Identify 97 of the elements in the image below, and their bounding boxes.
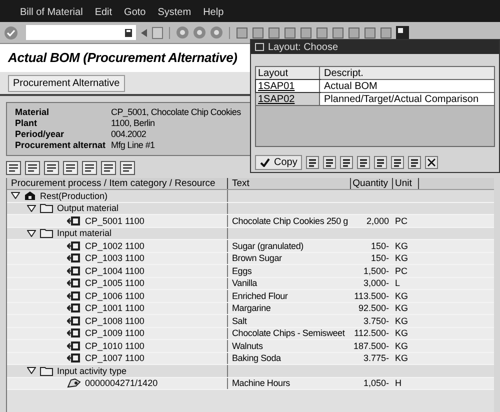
table-cell-text: KG bbox=[394, 314, 410, 327]
table-cell-text: 3,000- bbox=[362, 277, 390, 290]
tree-node-label[interactable]: Input activity type bbox=[57, 364, 127, 377]
procurement-alternative-button[interactable]: Procurement Alternative bbox=[8, 74, 125, 92]
expanded-caret-icon[interactable] bbox=[11, 192, 20, 200]
tree-node-label[interactable]: CP_1004 1100 bbox=[85, 264, 144, 277]
table-cell: Actual BOM bbox=[320, 80, 494, 92]
checkmark-icon[interactable] bbox=[4, 26, 18, 40]
table-cell-text: Chocolate Chips - Semisweet bbox=[231, 327, 346, 340]
column-header[interactable]: Text bbox=[228, 178, 351, 189]
table-cell-text: Chocolate Chip Cookies 250 g bbox=[231, 214, 349, 227]
table-cell-text: 150- bbox=[370, 252, 390, 264]
close-icon[interactable] bbox=[425, 156, 438, 169]
table-cell-text: 1,050- bbox=[362, 377, 390, 390]
expanded-caret-icon[interactable] bbox=[27, 230, 36, 237]
menu-item[interactable]: Help bbox=[203, 5, 224, 20]
tree-node-label[interactable]: CP_1002 1100 bbox=[85, 240, 144, 252]
tree-node-label[interactable]: CP_1005 1100 bbox=[85, 277, 144, 290]
tree-node-label[interactable]: Input material bbox=[57, 227, 112, 240]
toolbar-icon[interactable] bbox=[268, 26, 280, 38]
table-cell-text: PC bbox=[394, 214, 409, 227]
table-cell-text: PC bbox=[394, 264, 409, 277]
layout-link[interactable]: 1SAP01 bbox=[256, 80, 320, 92]
save-icon bbox=[125, 28, 132, 36]
toolbar-icon[interactable] bbox=[364, 26, 376, 38]
tree-node-label[interactable]: CP_1009 1100 bbox=[85, 327, 144, 340]
field-label: Material bbox=[15, 107, 50, 118]
toolbar-icon[interactable] bbox=[284, 26, 296, 38]
table-cell-text: 113.500- bbox=[353, 290, 390, 302]
command-field[interactable] bbox=[26, 25, 136, 40]
tree-node-label[interactable]: Output material bbox=[57, 202, 119, 214]
column-header[interactable]: Unit bbox=[393, 178, 419, 189]
tree-node-label[interactable]: CP_1008 1100 bbox=[85, 314, 144, 327]
table-cell-text: 112.500- bbox=[353, 327, 390, 340]
tree-node-label[interactable]: CP_1007 1100 bbox=[85, 352, 144, 364]
field-value: Mfg Line #1 bbox=[111, 140, 155, 151]
table-cell-text: KG bbox=[394, 302, 410, 314]
toolbar-icon[interactable] bbox=[300, 26, 312, 38]
table-cell-text: Salt bbox=[231, 314, 248, 327]
table-cell-text: H bbox=[394, 377, 402, 390]
menu-item[interactable]: Goto bbox=[124, 5, 146, 20]
back-triangle-icon[interactable] bbox=[140, 28, 148, 38]
table-cell: Planned/Target/Actual Comparison bbox=[320, 93, 494, 105]
table-cell-text: Eggs bbox=[231, 264, 253, 277]
table-cell-text: 1,500- bbox=[362, 264, 390, 277]
field-label: Plant bbox=[15, 118, 38, 129]
tree-node-label[interactable]: CP_1001 1100 bbox=[85, 302, 144, 314]
toolbar-icon[interactable] bbox=[348, 26, 360, 38]
tree-node-label[interactable]: Rest(Production) bbox=[40, 190, 108, 202]
checkmark-icon bbox=[260, 158, 270, 167]
field-label: Procurement alternat bbox=[15, 140, 107, 151]
table-cell-text: KG bbox=[394, 240, 410, 252]
table-cell-text: Brown Sugar bbox=[231, 252, 283, 264]
table-cell-text: 187.500- bbox=[352, 340, 390, 352]
menu-item[interactable]: Edit bbox=[94, 5, 112, 20]
table-cell-text: L bbox=[394, 277, 402, 290]
column-header[interactable]: Quantity bbox=[351, 178, 393, 189]
copy-button[interactable]: Copy bbox=[255, 155, 302, 170]
tree-node-label[interactable]: CP_1003 1100 bbox=[85, 252, 144, 264]
field-value: 004.2002 bbox=[111, 129, 146, 140]
table-cell-text: Baking Soda bbox=[231, 352, 282, 364]
tree-node-label[interactable]: 0000004271/1420 bbox=[85, 377, 158, 390]
table-cell-text: 92.500- bbox=[357, 302, 390, 314]
layout-icon[interactable] bbox=[396, 26, 409, 39]
field-value: 1100, Berlin bbox=[111, 118, 155, 129]
table-cell-text: KG bbox=[394, 352, 410, 364]
tree-node-label[interactable]: CP_1010 1100 bbox=[85, 340, 144, 352]
table-cell-text: 3.775- bbox=[362, 352, 390, 364]
tree-node-label[interactable]: CP_5001 1100 bbox=[85, 214, 144, 227]
toolbar-icon[interactable] bbox=[380, 26, 392, 38]
toolbar-icon[interactable] bbox=[316, 26, 328, 38]
toolbar-icon[interactable] bbox=[236, 26, 248, 38]
table-cell-text: Sugar (granulated) bbox=[231, 240, 304, 252]
table-cell-text: 2,000 bbox=[365, 214, 390, 227]
table-cell-text: 3.750- bbox=[362, 314, 390, 327]
field-label: Period/year bbox=[15, 129, 66, 140]
field-value: CP_5001, Chocolate Chip Cookies bbox=[111, 107, 241, 118]
table-cell-text: KG bbox=[394, 290, 410, 302]
column-header[interactable]: Procurement process / Item category / Resource bbox=[7, 178, 228, 189]
table-cell-text: Enriched Flour bbox=[231, 290, 289, 302]
window-icon bbox=[255, 43, 264, 51]
layout-link[interactable]: 1SAP02 bbox=[256, 93, 320, 105]
table-cell-text: Vanilla bbox=[231, 277, 258, 290]
table-cell-text: Walnuts bbox=[231, 340, 264, 352]
toolbar-icon[interactable] bbox=[332, 26, 344, 38]
tree-node-label[interactable]: CP_1006 1100 bbox=[85, 290, 144, 302]
table-cell-text: KG bbox=[394, 340, 410, 352]
table-cell-text: KG bbox=[394, 252, 410, 264]
expanded-caret-icon[interactable] bbox=[27, 367, 36, 374]
table-cell-text: 150- bbox=[370, 240, 390, 252]
menu-item[interactable]: System bbox=[158, 5, 192, 20]
table-cell-text: KG bbox=[394, 327, 410, 340]
menu-item[interactable]: Bill of Material bbox=[20, 5, 83, 20]
table-cell-text: Margarine bbox=[231, 302, 272, 314]
expanded-caret-icon[interactable] bbox=[27, 204, 36, 212]
table-cell-text: Machine Hours bbox=[231, 377, 291, 390]
toolbar-icon[interactable] bbox=[252, 26, 264, 38]
